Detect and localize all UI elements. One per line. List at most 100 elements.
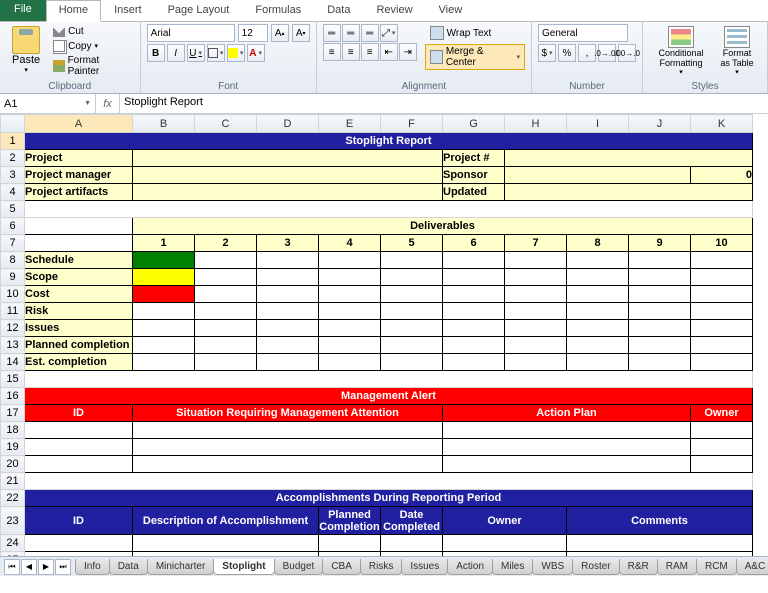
col-header[interactable]: A bbox=[25, 115, 133, 133]
cell[interactable] bbox=[25, 235, 133, 252]
fill-color-button[interactable] bbox=[227, 44, 245, 62]
worksheet-grid[interactable]: A B C D E F G H I J K 1Stoplight Report … bbox=[0, 114, 768, 556]
cell[interactable] bbox=[133, 150, 443, 167]
cell[interactable] bbox=[195, 303, 257, 320]
number-format-select[interactable] bbox=[538, 24, 628, 42]
cell[interactable]: Sponsor bbox=[443, 167, 505, 184]
row-header[interactable]: 3 bbox=[1, 167, 25, 184]
sheet-tab[interactable]: Roster bbox=[572, 559, 619, 575]
cell[interactable] bbox=[629, 252, 691, 269]
italic-button[interactable]: I bbox=[167, 44, 185, 62]
conditional-formatting-button[interactable]: Conditional Formatting▾ bbox=[649, 24, 713, 78]
row-header[interactable]: 19 bbox=[1, 439, 25, 456]
cell[interactable] bbox=[195, 269, 257, 286]
cell[interactable] bbox=[443, 535, 567, 552]
sheet-tab[interactable]: Info bbox=[75, 559, 110, 575]
align-right-button[interactable]: ≡ bbox=[361, 43, 379, 61]
cell[interactable]: 1 bbox=[133, 235, 195, 252]
cell[interactable] bbox=[567, 552, 753, 557]
cell[interactable] bbox=[319, 354, 381, 371]
col-header[interactable]: K bbox=[691, 115, 753, 133]
cell[interactable] bbox=[567, 320, 629, 337]
col-header[interactable]: G bbox=[443, 115, 505, 133]
select-all-corner[interactable] bbox=[1, 115, 25, 133]
cell[interactable] bbox=[691, 269, 753, 286]
cell[interactable] bbox=[691, 303, 753, 320]
row-header[interactable]: 20 bbox=[1, 456, 25, 473]
cell[interactable]: 2 bbox=[195, 235, 257, 252]
cell[interactable] bbox=[505, 320, 567, 337]
cell[interactable]: 6 bbox=[443, 235, 505, 252]
cell[interactable] bbox=[319, 552, 381, 557]
cell[interactable]: Situation Requiring Management Attention bbox=[133, 405, 443, 422]
cell[interactable] bbox=[257, 303, 319, 320]
col-header[interactable]: E bbox=[319, 115, 381, 133]
cell[interactable]: 4 bbox=[319, 235, 381, 252]
cell[interactable] bbox=[505, 167, 691, 184]
cell[interactable]: Planned completion bbox=[25, 337, 133, 354]
cell[interactable] bbox=[133, 286, 195, 303]
cell[interactable] bbox=[443, 456, 691, 473]
cell[interactable] bbox=[319, 269, 381, 286]
orientation-button[interactable]: ⤢ bbox=[380, 24, 398, 42]
underline-button[interactable]: U bbox=[187, 44, 205, 62]
name-box[interactable]: A1▼ bbox=[0, 94, 96, 113]
cell[interactable] bbox=[257, 320, 319, 337]
cell[interactable] bbox=[443, 303, 505, 320]
cell[interactable] bbox=[691, 286, 753, 303]
tab-view[interactable]: View bbox=[426, 0, 476, 21]
decrease-indent-button[interactable]: ⇤ bbox=[380, 43, 398, 61]
cell[interactable] bbox=[629, 269, 691, 286]
cell[interactable] bbox=[567, 354, 629, 371]
formula-bar[interactable]: Stoplight Report bbox=[120, 94, 768, 113]
cell[interactable]: Est. completion bbox=[25, 354, 133, 371]
wrap-text-button[interactable]: Wrap Text bbox=[425, 24, 525, 42]
cell[interactable]: 3 bbox=[257, 235, 319, 252]
align-bottom-button[interactable]: ═ bbox=[361, 24, 379, 42]
cell[interactable] bbox=[443, 552, 567, 557]
cell[interactable] bbox=[629, 337, 691, 354]
row-header[interactable]: 4 bbox=[1, 184, 25, 201]
sheet-tab[interactable]: WBS bbox=[532, 559, 573, 575]
cell[interactable] bbox=[25, 218, 133, 235]
row-header[interactable]: 8 bbox=[1, 252, 25, 269]
border-button[interactable] bbox=[207, 44, 225, 62]
col-header[interactable]: C bbox=[195, 115, 257, 133]
row-header[interactable]: 14 bbox=[1, 354, 25, 371]
tab-page-layout[interactable]: Page Layout bbox=[155, 0, 243, 21]
col-header[interactable]: D bbox=[257, 115, 319, 133]
cell[interactable] bbox=[381, 535, 443, 552]
cell[interactable]: Owner bbox=[691, 405, 753, 422]
accounting-button[interactable]: $ bbox=[538, 44, 556, 62]
row-header[interactable]: 21 bbox=[1, 473, 25, 490]
cell[interactable] bbox=[319, 337, 381, 354]
sheet-tab[interactable]: R&R bbox=[619, 559, 658, 575]
cell[interactable] bbox=[25, 552, 133, 557]
cell[interactable] bbox=[691, 439, 753, 456]
cell[interactable]: Schedule bbox=[25, 252, 133, 269]
cell[interactable] bbox=[25, 371, 753, 388]
file-tab[interactable]: File bbox=[0, 0, 46, 21]
cell[interactable] bbox=[25, 439, 133, 456]
cell[interactable] bbox=[133, 184, 443, 201]
cell[interactable]: Management Alert bbox=[25, 388, 753, 405]
tab-nav-prev[interactable]: ◀ bbox=[21, 559, 37, 575]
cell[interactable]: 8 bbox=[567, 235, 629, 252]
cell[interactable]: Comments bbox=[567, 507, 753, 535]
cell[interactable] bbox=[629, 354, 691, 371]
cell[interactable] bbox=[567, 286, 629, 303]
row-header[interactable]: 6 bbox=[1, 218, 25, 235]
cell[interactable]: Project artifacts bbox=[25, 184, 133, 201]
cell[interactable] bbox=[381, 269, 443, 286]
cell[interactable] bbox=[505, 286, 567, 303]
cell[interactable] bbox=[25, 473, 753, 490]
tab-data[interactable]: Data bbox=[314, 0, 363, 21]
cell[interactable] bbox=[567, 252, 629, 269]
cell[interactable] bbox=[133, 354, 195, 371]
row-header[interactable]: 9 bbox=[1, 269, 25, 286]
cell[interactable]: ID bbox=[25, 405, 133, 422]
cell[interactable]: Risk bbox=[25, 303, 133, 320]
cell[interactable] bbox=[443, 269, 505, 286]
paste-button[interactable]: Paste ▾ bbox=[6, 24, 46, 78]
cell[interactable] bbox=[319, 286, 381, 303]
